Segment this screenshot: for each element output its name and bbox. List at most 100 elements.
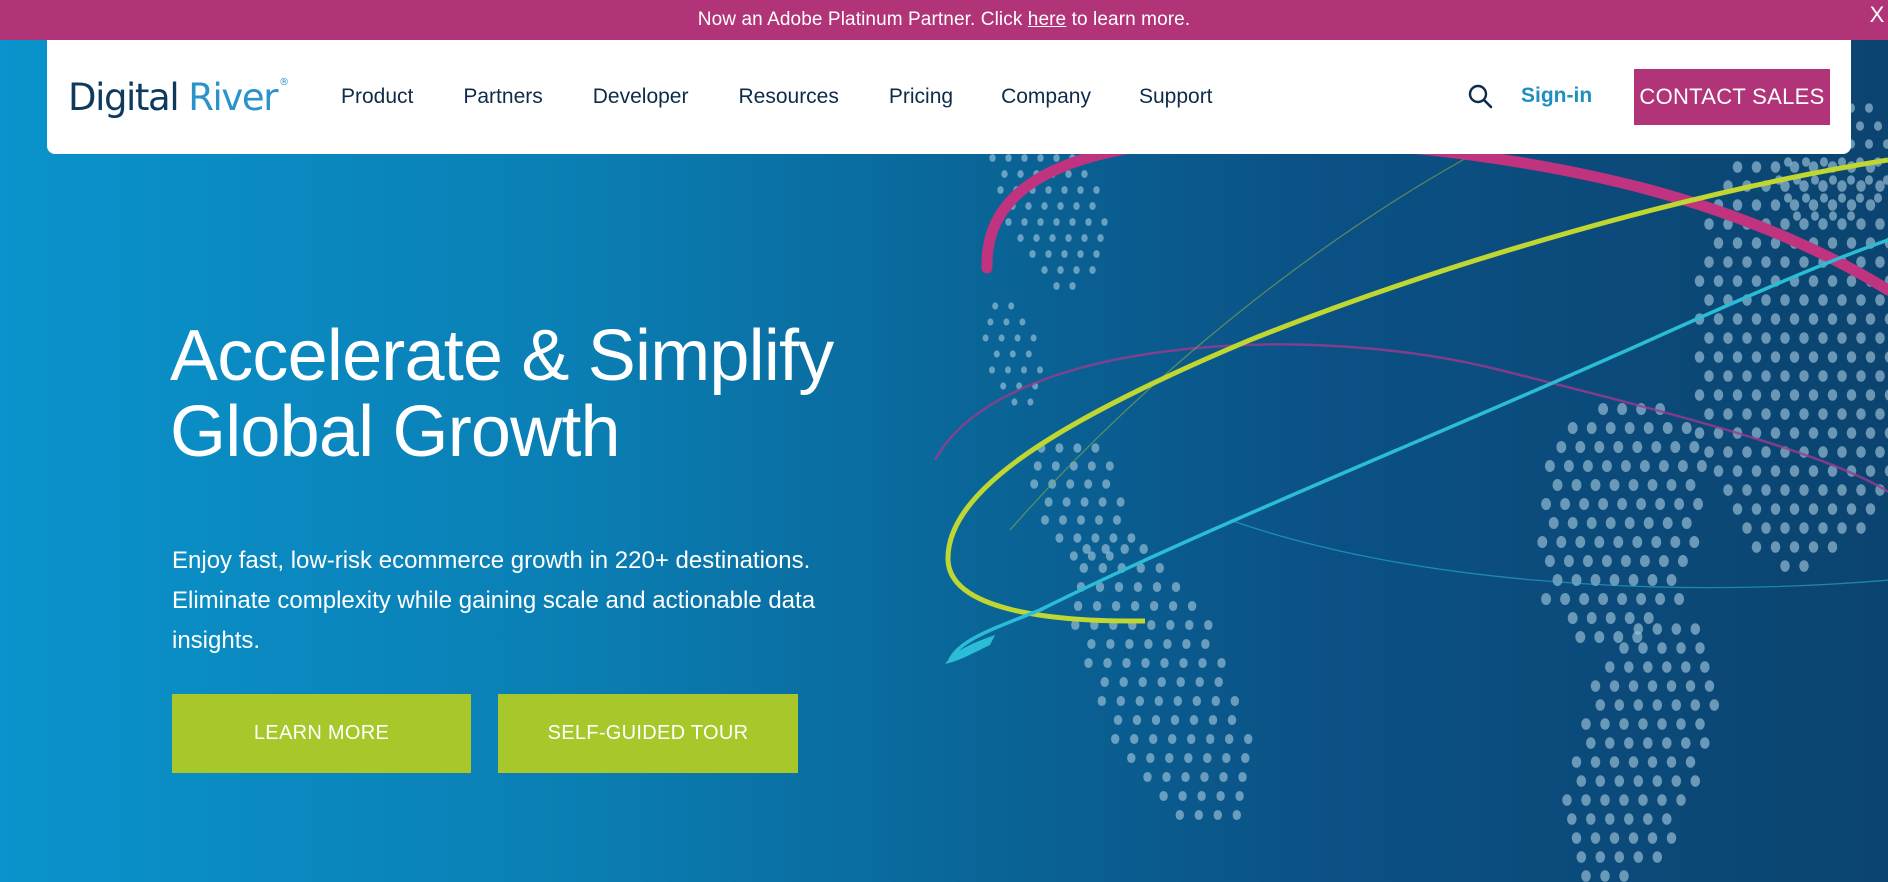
map-dot bbox=[1598, 403, 1609, 415]
map-dot bbox=[1655, 498, 1666, 510]
map-dot bbox=[1100, 676, 1109, 688]
map-dot bbox=[1638, 794, 1648, 806]
map-dot bbox=[1671, 699, 1682, 711]
map-dot bbox=[1139, 543, 1148, 555]
map-dot bbox=[1179, 657, 1188, 669]
nav-item-support[interactable]: Support bbox=[1139, 85, 1213, 109]
map-dot bbox=[1818, 370, 1828, 382]
map-dot bbox=[1696, 460, 1707, 472]
map-dot bbox=[1152, 581, 1162, 593]
map-dot bbox=[1808, 389, 1819, 401]
nav-item-developer[interactable]: Developer bbox=[593, 85, 689, 109]
map-dot bbox=[1671, 623, 1682, 635]
map-dot bbox=[1055, 533, 1064, 543]
map-dot bbox=[1138, 676, 1147, 688]
map-dot bbox=[1761, 294, 1771, 306]
map-dot bbox=[1638, 642, 1648, 654]
search-button[interactable] bbox=[1465, 81, 1497, 113]
map-dot bbox=[1162, 771, 1171, 783]
map-dot bbox=[1103, 657, 1112, 669]
map-dot bbox=[1586, 737, 1596, 749]
map-dot bbox=[1818, 522, 1828, 534]
map-dot bbox=[1751, 465, 1762, 477]
promo-here-link[interactable]: here bbox=[1028, 9, 1066, 30]
map-dot bbox=[1799, 218, 1809, 230]
map-dot bbox=[1184, 752, 1193, 764]
nav-item-partners[interactable]: Partners bbox=[463, 85, 542, 109]
map-dot bbox=[1614, 851, 1625, 863]
digital-river-logo[interactable]: Digital River ® bbox=[68, 73, 289, 123]
map-dot bbox=[1132, 714, 1142, 726]
map-dot bbox=[1723, 484, 1733, 496]
map-dot bbox=[1677, 555, 1688, 567]
map-dot bbox=[989, 154, 996, 162]
sign-in-link[interactable]: Sign-in bbox=[1521, 80, 1592, 112]
map-dot bbox=[1838, 193, 1846, 203]
map-dot bbox=[1837, 332, 1847, 344]
map-dot bbox=[1694, 389, 1705, 401]
map-dot bbox=[1633, 775, 1644, 787]
map-dot bbox=[1827, 199, 1838, 211]
map-dot bbox=[1751, 503, 1762, 515]
map-dot bbox=[1567, 612, 1578, 624]
map-dot bbox=[1541, 498, 1552, 510]
map-dot bbox=[1685, 680, 1696, 692]
map-dot bbox=[1856, 522, 1866, 534]
map-dot bbox=[1159, 790, 1168, 802]
contact-sales-button[interactable]: CONTACT SALES bbox=[1634, 69, 1830, 125]
map-dot bbox=[1628, 680, 1639, 692]
self-guided-tour-button[interactable]: SELF-GUIDED TOUR bbox=[498, 694, 798, 773]
map-dot bbox=[1652, 775, 1663, 787]
map-dot bbox=[1883, 139, 1888, 149]
map-dot bbox=[1732, 237, 1743, 249]
map-dot bbox=[1704, 218, 1714, 230]
map-dot bbox=[1069, 551, 1078, 561]
map-dot bbox=[1219, 771, 1228, 783]
map-dot bbox=[1105, 461, 1114, 471]
map-dot bbox=[1601, 555, 1612, 567]
map-dot bbox=[1827, 389, 1838, 401]
map-dot bbox=[1027, 398, 1034, 406]
map-dot bbox=[1793, 211, 1801, 221]
nav-item-company[interactable]: Company bbox=[1001, 85, 1091, 109]
map-dot bbox=[1614, 775, 1625, 787]
map-dot bbox=[1865, 427, 1876, 439]
learn-more-button[interactable]: LEARN MORE bbox=[172, 694, 471, 773]
map-dot bbox=[1713, 275, 1724, 287]
map-dot bbox=[1053, 218, 1060, 226]
nav-item-pricing[interactable]: Pricing bbox=[889, 85, 953, 109]
map-dot bbox=[1098, 497, 1107, 507]
nav-item-product[interactable]: Product bbox=[341, 85, 413, 109]
map-dot bbox=[1579, 593, 1590, 605]
map-dot bbox=[1643, 737, 1653, 749]
map-dot bbox=[1837, 484, 1847, 496]
map-dot bbox=[1689, 441, 1700, 453]
map-dot bbox=[1106, 638, 1115, 650]
map-dot bbox=[1799, 522, 1809, 534]
map-dot bbox=[1742, 484, 1752, 496]
promo-text-after: to learn more. bbox=[1066, 9, 1191, 30]
map-dot bbox=[1799, 484, 1809, 496]
map-dot bbox=[1147, 619, 1156, 631]
map-dot bbox=[1761, 332, 1771, 344]
map-dot bbox=[1093, 186, 1100, 194]
map-dot bbox=[1102, 479, 1111, 489]
map-dot bbox=[1865, 103, 1873, 113]
map-dot bbox=[1111, 600, 1121, 612]
map-dot bbox=[1837, 408, 1847, 420]
map-dot bbox=[1639, 555, 1650, 567]
map-dot bbox=[1666, 479, 1677, 491]
map-dot bbox=[1865, 313, 1876, 325]
map-dot bbox=[1009, 350, 1016, 358]
map-dot bbox=[1576, 775, 1587, 787]
map-dot bbox=[1041, 202, 1048, 210]
map-dot bbox=[1222, 752, 1231, 764]
map-dot bbox=[1674, 593, 1685, 605]
map-dot bbox=[1647, 574, 1658, 586]
close-promo-button[interactable]: X bbox=[1866, 0, 1888, 30]
map-dot bbox=[1799, 294, 1809, 306]
map-dot bbox=[1114, 581, 1124, 593]
nav-item-resources[interactable]: Resources bbox=[738, 85, 838, 109]
map-dot bbox=[1671, 775, 1682, 787]
map-dot bbox=[1856, 446, 1866, 458]
